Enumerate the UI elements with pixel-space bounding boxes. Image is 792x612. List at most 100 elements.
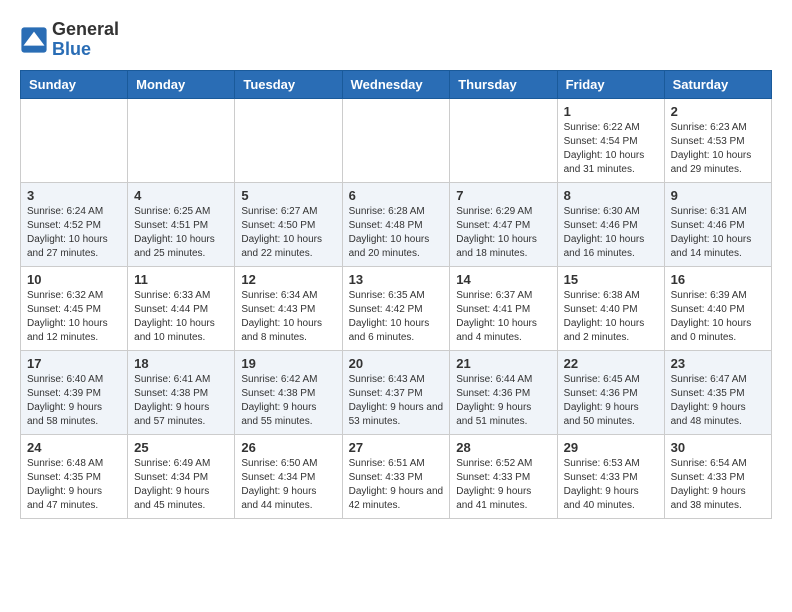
calendar-cell: 22 Sunrise: 6:45 AM Sunset: 4:36 PM Dayli…	[557, 350, 664, 434]
day-number: 24	[27, 440, 121, 455]
calendar-cell: 9 Sunrise: 6:31 AM Sunset: 4:46 PM Daylig…	[664, 182, 771, 266]
day-info: Sunrise: 6:33 AM Sunset: 4:44 PM Dayligh…	[134, 289, 228, 345]
calendar-cell: 16 Sunrise: 6:39 AM Sunset: 4:40 PM Dayli…	[664, 266, 771, 350]
day-info: Sunrise: 6:49 AM Sunset: 4:34 PM Dayligh…	[134, 457, 228, 513]
day-info: Sunrise: 6:29 AM Sunset: 4:47 PM Dayligh…	[456, 205, 550, 261]
day-info: Sunrise: 6:52 AM Sunset: 4:33 PM Dayligh…	[456, 457, 550, 513]
calendar-cell: 25 Sunrise: 6:49 AM Sunset: 4:34 PM Dayli…	[128, 434, 235, 518]
day-number: 12	[241, 272, 335, 287]
calendar-cell: 13Sunrise: 6:35 AM Sunset: 4:42 PM Dayli…	[342, 266, 450, 350]
calendar-cell: 10Sunrise: 6:32 AM Sunset: 4:45 PM Dayli…	[21, 266, 128, 350]
day-number: 22	[564, 356, 658, 371]
day-number: 20	[349, 356, 444, 371]
day-info: Sunrise: 6:27 AM Sunset: 4:50 PM Dayligh…	[241, 205, 335, 261]
logo-text: General Blue	[52, 20, 119, 60]
day-number: 2	[671, 104, 765, 119]
day-header-saturday: Saturday	[664, 70, 771, 98]
day-header-wednesday: Wednesday	[342, 70, 450, 98]
calendar-table: SundayMondayTuesdayWednesdayThursdayFrid…	[20, 70, 772, 519]
day-number: 16	[671, 272, 765, 287]
day-info: Sunrise: 6:23 AM Sunset: 4:53 PM Dayligh…	[671, 121, 765, 177]
day-info: Sunrise: 6:54 AM Sunset: 4:33 PM Dayligh…	[671, 457, 765, 513]
day-info: Sunrise: 6:41 AM Sunset: 4:38 PM Dayligh…	[134, 373, 228, 429]
day-number: 21	[456, 356, 550, 371]
day-number: 23	[671, 356, 765, 371]
calendar-cell: 8 Sunrise: 6:30 AM Sunset: 4:46 PM Daylig…	[557, 182, 664, 266]
day-info: Sunrise: 6:44 AM Sunset: 4:36 PM Dayligh…	[456, 373, 550, 429]
day-info: Sunrise: 6:31 AM Sunset: 4:46 PM Dayligh…	[671, 205, 765, 261]
calendar-week-row: 10Sunrise: 6:32 AM Sunset: 4:45 PM Dayli…	[21, 266, 772, 350]
day-info: Sunrise: 6:30 AM Sunset: 4:46 PM Dayligh…	[564, 205, 658, 261]
day-info: Sunrise: 6:48 AM Sunset: 4:35 PM Dayligh…	[27, 457, 121, 513]
day-number: 28	[456, 440, 550, 455]
day-number: 26	[241, 440, 335, 455]
calendar-cell: 19Sunrise: 6:42 AM Sunset: 4:38 PM Dayli…	[235, 350, 342, 434]
calendar-week-row: 17Sunrise: 6:40 AM Sunset: 4:39 PM Dayli…	[21, 350, 772, 434]
calendar-cell: 20Sunrise: 6:43 AM Sunset: 4:37 PM Dayli…	[342, 350, 450, 434]
calendar-week-row: 24 Sunrise: 6:48 AM Sunset: 4:35 PM Dayli…	[21, 434, 772, 518]
day-info: Sunrise: 6:37 AM Sunset: 4:41 PM Dayligh…	[456, 289, 550, 345]
day-number: 4	[134, 188, 228, 203]
day-info: Sunrise: 6:24 AM Sunset: 4:52 PM Dayligh…	[27, 205, 121, 261]
day-number: 18	[134, 356, 228, 371]
day-header-friday: Friday	[557, 70, 664, 98]
calendar-cell: 6 Sunrise: 6:28 AM Sunset: 4:48 PM Daylig…	[342, 182, 450, 266]
day-number: 8	[564, 188, 658, 203]
calendar-cell: 15 Sunrise: 6:38 AM Sunset: 4:40 PM Dayli…	[557, 266, 664, 350]
day-number: 25	[134, 440, 228, 455]
calendar-cell: 5Sunrise: 6:27 AM Sunset: 4:50 PM Daylig…	[235, 182, 342, 266]
day-number: 3	[27, 188, 121, 203]
calendar-cell: 30 Sunrise: 6:54 AM Sunset: 4:33 PM Dayli…	[664, 434, 771, 518]
logo-icon	[20, 26, 48, 54]
day-number: 17	[27, 356, 121, 371]
day-info: Sunrise: 6:34 AM Sunset: 4:43 PM Dayligh…	[241, 289, 335, 345]
calendar-cell: 29Sunrise: 6:53 AM Sunset: 4:33 PM Dayli…	[557, 434, 664, 518]
calendar-cell	[450, 98, 557, 182]
calendar-cell: 26 Sunrise: 6:50 AM Sunset: 4:34 PM Dayli…	[235, 434, 342, 518]
day-info: Sunrise: 6:28 AM Sunset: 4:48 PM Dayligh…	[349, 205, 444, 261]
calendar-cell: 27 Sunrise: 6:51 AM Sunset: 4:33 PM Dayli…	[342, 434, 450, 518]
day-number: 6	[349, 188, 444, 203]
calendar-week-row: 1Sunrise: 6:22 AM Sunset: 4:54 PM Daylig…	[21, 98, 772, 182]
day-number: 7	[456, 188, 550, 203]
day-number: 27	[349, 440, 444, 455]
day-number: 15	[564, 272, 658, 287]
day-info: Sunrise: 6:45 AM Sunset: 4:36 PM Dayligh…	[564, 373, 658, 429]
day-header-sunday: Sunday	[21, 70, 128, 98]
day-number: 11	[134, 272, 228, 287]
calendar-cell: 4 Sunrise: 6:25 AM Sunset: 4:51 PM Daylig…	[128, 182, 235, 266]
day-info: Sunrise: 6:32 AM Sunset: 4:45 PM Dayligh…	[27, 289, 121, 345]
day-info: Sunrise: 6:50 AM Sunset: 4:34 PM Dayligh…	[241, 457, 335, 513]
day-info: Sunrise: 6:38 AM Sunset: 4:40 PM Dayligh…	[564, 289, 658, 345]
day-info: Sunrise: 6:39 AM Sunset: 4:40 PM Dayligh…	[671, 289, 765, 345]
calendar-cell: 7 Sunrise: 6:29 AM Sunset: 4:47 PM Daylig…	[450, 182, 557, 266]
calendar-cell	[235, 98, 342, 182]
calendar-cell: 24 Sunrise: 6:48 AM Sunset: 4:35 PM Dayli…	[21, 434, 128, 518]
day-number: 9	[671, 188, 765, 203]
day-info: Sunrise: 6:47 AM Sunset: 4:35 PM Dayligh…	[671, 373, 765, 429]
calendar-cell: 23 Sunrise: 6:47 AM Sunset: 4:35 PM Dayli…	[664, 350, 771, 434]
calendar-cell: 21 Sunrise: 6:44 AM Sunset: 4:36 PM Dayli…	[450, 350, 557, 434]
day-number: 14	[456, 272, 550, 287]
calendar-cell: 2 Sunrise: 6:23 AM Sunset: 4:53 PM Daylig…	[664, 98, 771, 182]
calendar-body: 1Sunrise: 6:22 AM Sunset: 4:54 PM Daylig…	[21, 98, 772, 518]
calendar-cell: 17Sunrise: 6:40 AM Sunset: 4:39 PM Dayli…	[21, 350, 128, 434]
calendar-week-row: 3 Sunrise: 6:24 AM Sunset: 4:52 PM Daylig…	[21, 182, 772, 266]
page-header: General Blue	[20, 20, 772, 60]
calendar-cell	[21, 98, 128, 182]
day-info: Sunrise: 6:51 AM Sunset: 4:33 PM Dayligh…	[349, 457, 444, 513]
day-info: Sunrise: 6:25 AM Sunset: 4:51 PM Dayligh…	[134, 205, 228, 261]
calendar-cell	[128, 98, 235, 182]
calendar-cell: 14 Sunrise: 6:37 AM Sunset: 4:41 PM Dayli…	[450, 266, 557, 350]
day-info: Sunrise: 6:42 AM Sunset: 4:38 PM Dayligh…	[241, 373, 335, 429]
calendar-cell: 28 Sunrise: 6:52 AM Sunset: 4:33 PM Dayli…	[450, 434, 557, 518]
calendar-cell: 1Sunrise: 6:22 AM Sunset: 4:54 PM Daylig…	[557, 98, 664, 182]
calendar-cell: 12 Sunrise: 6:34 AM Sunset: 4:43 PM Dayli…	[235, 266, 342, 350]
calendar-cell: 11 Sunrise: 6:33 AM Sunset: 4:44 PM Dayli…	[128, 266, 235, 350]
day-number: 13	[349, 272, 444, 287]
calendar-cell: 3 Sunrise: 6:24 AM Sunset: 4:52 PM Daylig…	[21, 182, 128, 266]
day-header-thursday: Thursday	[450, 70, 557, 98]
calendar-cell	[342, 98, 450, 182]
calendar-cell: 18 Sunrise: 6:41 AM Sunset: 4:38 PM Dayli…	[128, 350, 235, 434]
day-number: 30	[671, 440, 765, 455]
